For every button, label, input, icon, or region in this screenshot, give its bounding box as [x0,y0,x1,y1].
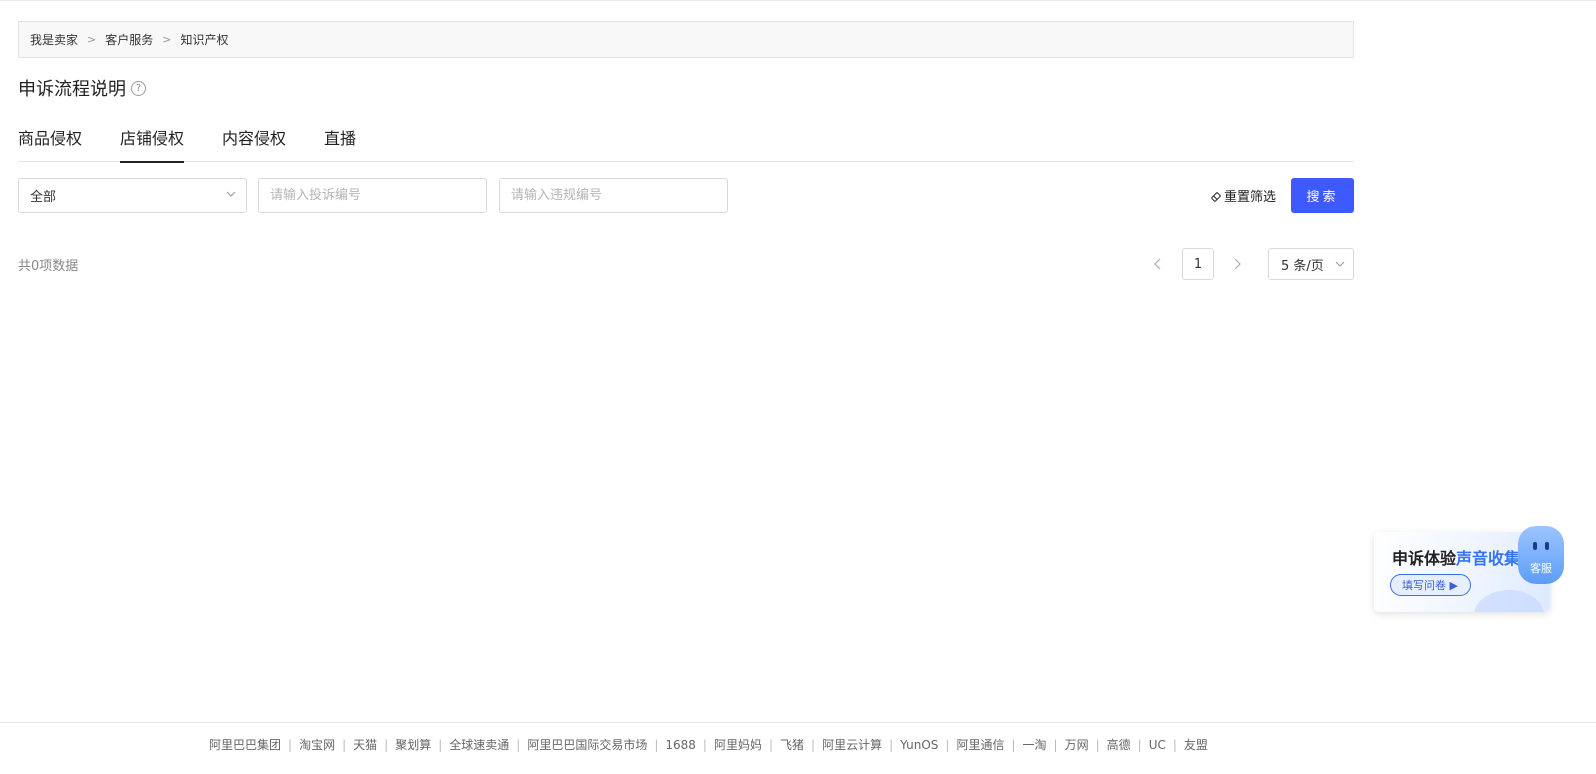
footer-separator: | [516,737,521,752]
robot-eye [1545,542,1549,550]
footer-separator: | [945,737,950,752]
reset-filter-label: 重置筛选 [1224,190,1277,205]
footer-separator: | [438,737,443,752]
chevron-down-icon [1335,261,1345,267]
footer-separator: | [1095,737,1100,752]
footer-separator: | [811,737,816,752]
footer-link[interactable]: 淘宝网 [299,736,335,753]
help-circle-icon[interactable]: ? [131,80,146,96]
search-button[interactable]: 搜索 [1291,178,1354,213]
footer-links: 阿里巴巴集团 | 淘宝网 | 天猫 | 聚划算 | 全球速卖通 | 阿里巴巴国际交易市场 | 1688 |… [209,736,1208,753]
breadcrumb-separator: > [162,33,172,46]
breadcrumb: 我是卖家 > 客户服务 > 知识产权 [18,21,1354,58]
page-title-text: 申诉流程说明 [18,79,126,100]
breadcrumb-separator: > [87,33,97,46]
footer-link[interactable]: 聚划算 [395,736,431,753]
survey-title-highlight: 声音收集 [1456,549,1521,568]
footer-link[interactable]: 阿里通信 [956,736,1004,753]
chevron-left-icon[interactable] [1150,255,1166,273]
tab-store-infringement[interactable]: 店铺侵权 [120,124,185,163]
reset-filter-button[interactable]: 重置筛选 [1210,186,1276,205]
complaint-number-input[interactable] [258,178,487,213]
footer-link[interactable]: 全球速卖通 [449,736,509,753]
top-divider [0,0,1596,1]
footer-separator: | [384,737,389,752]
type-select[interactable]: 全部 [18,178,247,213]
footer-link[interactable]: 阿里巴巴集团 [209,736,281,753]
breadcrumb-item-customer-service[interactable]: 客户服务 [105,31,153,48]
tab-product-infringement[interactable]: 商品侵权 [18,124,82,162]
tab-bar: 商品侵权 店铺侵权 内容侵权 直播 [18,124,1354,163]
footer-separator: | [1172,737,1177,752]
chevron-right-icon[interactable] [1229,255,1245,273]
footer-separator: | [1053,737,1058,752]
footer-separator: | [342,737,347,752]
page-size-value: 5 条/页 [1281,258,1324,274]
footer-link[interactable]: 阿里妈妈 [714,736,762,753]
footer-link[interactable]: YunOS [900,738,938,752]
chevron-down-icon [226,191,236,197]
tab-live[interactable]: 直播 [324,124,356,162]
footer-link[interactable]: 万网 [1065,736,1089,753]
footer-separator: | [288,737,293,752]
page-size-select[interactable]: 5 条/页 [1268,248,1354,280]
footer-separator: | [702,737,707,752]
footer-link[interactable]: 友盟 [1184,736,1208,753]
survey-title-prefix: 申诉体验 [1392,549,1457,568]
footer-link[interactable]: 一淘 [1023,736,1047,753]
total-count: 共0项数据 [18,259,79,274]
page-title: 申诉流程说明 ? [18,75,146,101]
footer-separator: | [889,737,894,752]
violation-number-input[interactable] [499,178,728,213]
survey-title: 申诉体验声音收集 [1392,545,1520,569]
footer-link[interactable]: 高德 [1107,736,1131,753]
page-number-current[interactable]: 1 [1182,248,1214,280]
decorative-blob [1474,590,1544,612]
breadcrumb-item-seller[interactable]: 我是卖家 [30,31,78,48]
type-select-value: 全部 [30,190,57,205]
footer-link[interactable]: 阿里巴巴国际交易市场 [527,736,647,753]
footer-link[interactable]: 飞猪 [780,736,804,753]
footer-separator: | [1011,737,1016,752]
customer-service-button[interactable]: 客服 [1518,526,1564,584]
robot-eye [1533,542,1537,550]
customer-service-label: 客服 [1530,562,1552,575]
fill-survey-button[interactable]: 填写问卷 ▶ [1390,574,1471,596]
footer-link[interactable]: UC [1149,738,1166,752]
footer-link[interactable]: 阿里云计算 [822,736,882,753]
footer-link[interactable]: 1688 [665,738,696,752]
eraser-icon [1211,191,1221,202]
footer-link[interactable]: 天猫 [353,736,377,753]
footer-separator: | [654,737,659,752]
breadcrumb-item-ip: 知识产权 [180,33,229,47]
footer-separator: | [768,737,774,752]
footer: 阿里巴巴集团 | 淘宝网 | 天猫 | 聚划算 | 全球速卖通 | 阿里巴巴国际交易市场 | 1688 |… [0,722,1596,774]
tab-content-infringement[interactable]: 内容侵权 [222,124,286,162]
footer-separator: | [1137,737,1142,752]
